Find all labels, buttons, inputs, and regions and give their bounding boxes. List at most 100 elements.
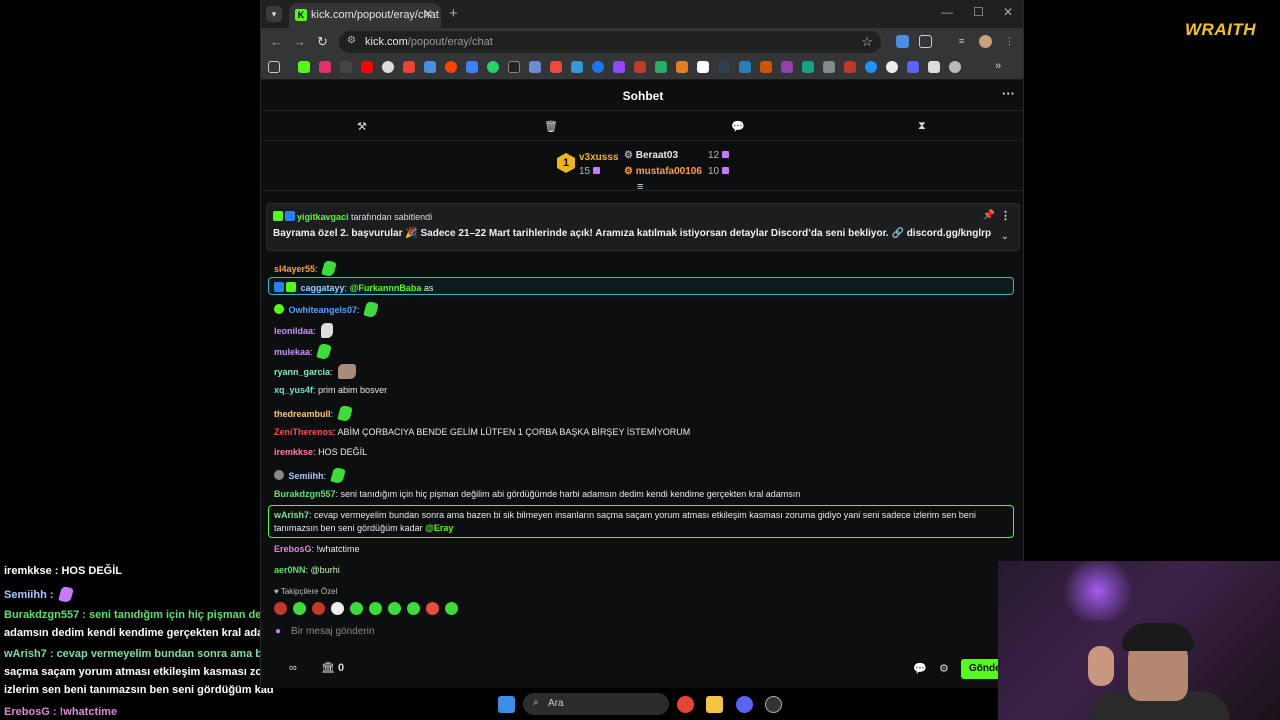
leader-name[interactable]: ⚙ Beraat03 bbox=[624, 150, 678, 161]
gift-icon bbox=[722, 151, 730, 158]
badge-icon bbox=[274, 470, 284, 480]
bookmark-icon[interactable] bbox=[802, 61, 814, 73]
bookmark-twitch-icon[interactable] bbox=[613, 61, 625, 73]
overlay-line: Semiihh : bbox=[4, 585, 74, 604]
chat-icon[interactable]: 💬 bbox=[913, 662, 927, 675]
pinned-menu-icon[interactable]: ⋮ bbox=[1000, 209, 1011, 222]
apps-grid-icon[interactable] bbox=[268, 61, 280, 73]
back-icon[interactable]: ← bbox=[270, 34, 283, 49]
bookmark-icon[interactable] bbox=[739, 61, 751, 73]
leader-count: 10 bbox=[708, 166, 730, 177]
hourglass-icon[interactable]: ⧗ bbox=[918, 120, 926, 133]
file-explorer-icon[interactable] bbox=[706, 696, 723, 713]
emote-icon[interactable] bbox=[445, 602, 458, 615]
bookmark-reddit-icon[interactable] bbox=[445, 61, 457, 73]
leader-name[interactable]: ⚙ mustafa00106 bbox=[624, 166, 702, 177]
profile-avatar[interactable] bbox=[979, 35, 992, 48]
chat-message: leonildaa: bbox=[274, 323, 334, 338]
hammer-icon[interactable]: ⚒ bbox=[357, 120, 367, 133]
chat-title: Sohbet bbox=[622, 89, 664, 103]
overlay-line: iremkkse : HOS DEĞİL bbox=[4, 565, 122, 577]
minimize-icon[interactable]: — bbox=[941, 5, 953, 19]
browser-tab[interactable]: K kick.com/popout/eray/chat ✕ bbox=[289, 3, 441, 28]
mod-badge-icon bbox=[285, 211, 295, 221]
bookmark-youtube-icon[interactable] bbox=[361, 61, 373, 73]
browser-window: ▾ K kick.com/popout/eray/chat ✕ + — ☐ ✕ … bbox=[260, 0, 1024, 688]
chat-bubble-icon[interactable]: 💬 bbox=[731, 120, 745, 133]
app-icon[interactable] bbox=[765, 696, 782, 713]
settings-gear-icon[interactable]: ⚙ bbox=[939, 662, 949, 675]
bookmark-icon[interactable] bbox=[760, 61, 772, 73]
emote-icon[interactable] bbox=[369, 602, 382, 615]
bookmark-facebook-icon[interactable] bbox=[592, 61, 604, 73]
points-display[interactable]: 🏛 0 bbox=[321, 661, 344, 674]
media-icon[interactable]: ≡ bbox=[955, 35, 968, 48]
leader-name[interactable]: v3xusss bbox=[579, 152, 618, 163]
wraith-logo: WRAITH bbox=[1185, 20, 1256, 39]
mic-icon[interactable]: ● bbox=[275, 626, 281, 637]
more-bookmarks-icon[interactable]: » bbox=[995, 60, 1001, 72]
emote-icon[interactable] bbox=[426, 602, 439, 615]
bookmark-translate-icon[interactable] bbox=[466, 61, 478, 73]
bookmark-icon[interactable] bbox=[634, 61, 646, 73]
bookmark-whatsapp-icon[interactable] bbox=[487, 61, 499, 73]
bookmark-icon[interactable] bbox=[949, 61, 961, 73]
bookmark-icon[interactable] bbox=[886, 61, 898, 73]
emote-icon[interactable] bbox=[274, 602, 287, 615]
emote-icon[interactable] bbox=[293, 602, 306, 615]
bookmark-icon[interactable] bbox=[844, 61, 856, 73]
bookmark-icon[interactable] bbox=[655, 61, 667, 73]
bookmark-icon[interactable] bbox=[907, 61, 919, 73]
emote-icon[interactable] bbox=[312, 602, 325, 615]
infinity-icon[interactable]: ∞ bbox=[289, 662, 297, 674]
bookmark-icon[interactable] bbox=[718, 61, 730, 73]
expand-leaderboard-icon[interactable]: ≡ bbox=[637, 181, 643, 193]
close-window-icon[interactable]: ✕ bbox=[1003, 5, 1013, 19]
emote-icon[interactable] bbox=[388, 602, 401, 615]
url-input[interactable]: ⚙ kick.com/popout/eray/chat ☆ bbox=[339, 31, 881, 53]
bookmark-icon[interactable] bbox=[676, 61, 688, 73]
browser-menu-icon[interactable]: ⋮ bbox=[1003, 35, 1016, 48]
send-button[interactable]: Gönder bbox=[961, 659, 1001, 679]
taskbar-search[interactable]: ⌕ Ara bbox=[523, 693, 669, 715]
bookmark-kick-icon[interactable] bbox=[298, 61, 310, 73]
emote-icon[interactable] bbox=[350, 602, 363, 615]
bookmark-icon[interactable] bbox=[781, 61, 793, 73]
chrome-icon[interactable] bbox=[677, 696, 694, 713]
close-tab-icon[interactable]: ✕ bbox=[423, 7, 433, 21]
emote-icon[interactable] bbox=[331, 602, 344, 615]
tab-search-icon[interactable]: ▾ bbox=[266, 6, 282, 22]
forward-icon[interactable]: → bbox=[293, 34, 306, 49]
windows-start-icon[interactable] bbox=[498, 696, 515, 713]
bookmark-gmail-icon[interactable] bbox=[403, 61, 415, 73]
extension-icon[interactable] bbox=[896, 35, 909, 48]
bookmark-instagram-icon[interactable] bbox=[319, 61, 331, 73]
bookmark-icon[interactable] bbox=[424, 61, 436, 73]
bookmark-icon[interactable] bbox=[823, 61, 835, 73]
chat-menu-icon[interactable]: ··· bbox=[1002, 86, 1015, 101]
pin-badge-icon bbox=[273, 211, 283, 221]
new-tab-icon[interactable]: + bbox=[449, 5, 458, 22]
bookmark-google-icon[interactable] bbox=[382, 61, 394, 73]
trash-icon[interactable]: 🗑 bbox=[544, 120, 558, 133]
bookmark-x-icon[interactable] bbox=[340, 61, 352, 73]
emote-icon bbox=[336, 404, 353, 423]
bookmark-icon[interactable] bbox=[550, 61, 562, 73]
site-info-icon[interactable]: ⚙ bbox=[347, 35, 356, 46]
bookmark-icon[interactable] bbox=[508, 61, 520, 73]
pinned-text: Bayrama özel 2. başvurular 🎉 Sadece 21–2… bbox=[273, 228, 992, 239]
bookmark-icon[interactable] bbox=[697, 61, 709, 73]
unpin-icon[interactable]: 📌 bbox=[983, 210, 995, 221]
bookmark-icon[interactable] bbox=[865, 61, 877, 73]
bookmark-icon[interactable] bbox=[529, 61, 541, 73]
reload-icon[interactable]: ↻ bbox=[317, 34, 328, 50]
bookmark-icon[interactable] bbox=[571, 61, 583, 73]
maximize-icon[interactable]: ☐ bbox=[973, 5, 984, 19]
discord-icon[interactable] bbox=[736, 696, 753, 713]
chevron-down-icon[interactable]: ⌄ bbox=[1001, 231, 1009, 242]
emote-icon[interactable] bbox=[407, 602, 420, 615]
bookmark-star-icon[interactable]: ☆ bbox=[861, 34, 873, 50]
extensions-puzzle-icon[interactable] bbox=[919, 35, 932, 48]
message-input[interactable]: ●Bir mesaj gönderin ☺ bbox=[275, 625, 1023, 648]
bookmark-icon[interactable] bbox=[928, 61, 940, 73]
